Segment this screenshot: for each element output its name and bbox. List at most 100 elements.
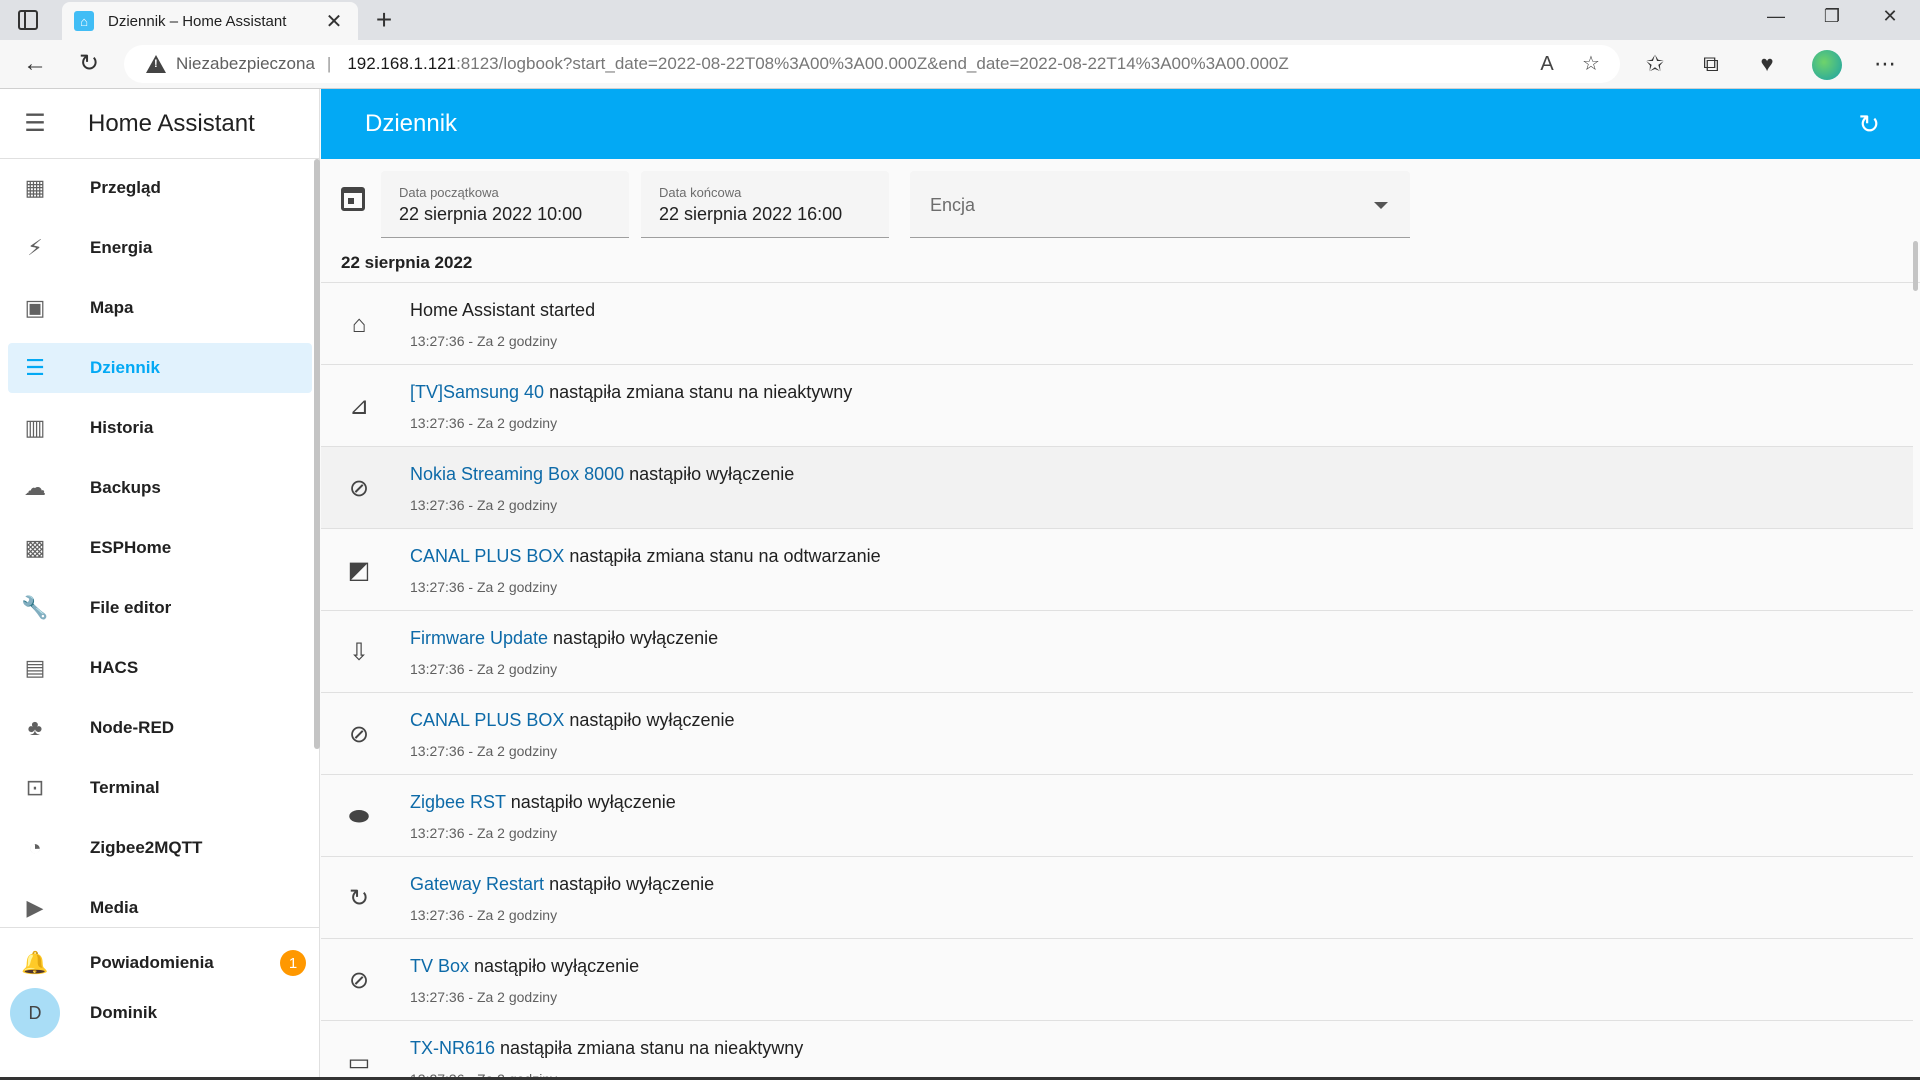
entry-message-line: Nokia Streaming Box 8000 nastąpiło wyłąc… <box>410 464 794 485</box>
receiver-icon: ▭ <box>347 1049 371 1076</box>
logbook-entry: ⊘ TV Box nastąpiło wyłączenie 13:27:36 - Z… <box>321 939 1913 1021</box>
logbook-entry: ⊘ Nokia Streaming Box 8000 nastąpiło wyłą… <box>321 447 1913 529</box>
sidebar-item-esphome[interactable]: ▩ ESPHome <box>8 523 312 573</box>
entry-message: nastąpiła zmiana stanu na odtwarzanie <box>564 546 881 566</box>
sidebar-nav: ▦ Przegląd ⚡ Energia ▣ Mapa ☰ Dziennik ▥ Historia… <box>0 159 320 919</box>
sidebar-item-node-red[interactable]: ♣ Node-RED <box>8 703 312 753</box>
notification-badge: 1 <box>280 950 306 976</box>
entry-message-line: CANAL PLUS BOX nastąpiło wyłączenie <box>410 710 735 731</box>
zigbee-icon: ◔ <box>28 835 42 860</box>
sidebar-item-label: Powiadomienia <box>90 953 214 972</box>
entity-link[interactable]: TX-NR616 <box>410 1038 495 1058</box>
tab-close-icon[interactable]: ✕ <box>322 9 346 34</box>
sidebar-item-hacs[interactable]: ▤ HACS <box>8 643 312 693</box>
tab-actions-icon[interactable] <box>18 10 38 30</box>
sidebar-footer: 🔔 Powiadomienia 1 D Dominik <box>0 927 320 1038</box>
menu-open-icon[interactable]: ☰ <box>0 109 70 138</box>
chevron-down-icon[interactable] <box>1374 202 1388 209</box>
entity-link[interactable]: CANAL PLUS BOX <box>410 710 564 730</box>
tab-title: Dziennik – Home Assistant <box>108 12 287 30</box>
browser-tab[interactable]: ⌂ Dziennik – Home Assistant ✕ <box>62 2 358 40</box>
more-icon[interactable]: ⋯ <box>1870 49 1900 79</box>
url-host: 192.168.1.121 <box>347 54 457 73</box>
logbook-entry: ◩ CANAL PLUS BOX nastąpiła zmiana stanu n… <box>321 529 1913 611</box>
new-tab-icon[interactable]: + <box>370 6 398 34</box>
sidebar-item-terminal[interactable]: ⊡ Terminal <box>8 763 312 813</box>
back-icon[interactable]: ← <box>20 49 50 79</box>
wrench-icon: 🔧 <box>21 595 49 620</box>
entity-link[interactable]: Nokia Streaming Box 8000 <box>410 464 624 484</box>
restore-icon[interactable]: ❐ <box>1818 6 1846 27</box>
close-window-icon[interactable]: ✕ <box>1876 6 1904 27</box>
sidebar-scrollbar[interactable] <box>314 159 320 749</box>
main-scrollbar[interactable] <box>1913 241 1918 291</box>
user-avatar: D <box>10 988 60 1038</box>
sidebar-item-backups[interactable]: ☁ Backups <box>8 463 312 513</box>
collections-icon[interactable]: ⧉ <box>1696 49 1726 79</box>
sidebar-item-media[interactable]: ▶ Media <box>8 883 312 919</box>
sidebar-item-mapa[interactable]: ▣ Mapa <box>8 283 312 333</box>
entity-link[interactable]: Zigbee RST <box>410 792 506 812</box>
minimize-icon[interactable]: — <box>1762 6 1790 27</box>
sidebar-title: Home Assistant <box>88 109 255 137</box>
url-separator: | <box>326 54 332 73</box>
entity-link[interactable]: CANAL PLUS BOX <box>410 546 564 566</box>
cast-off-icon: ⊘ <box>348 721 370 748</box>
app-toolbar: Dziennik ↻ <box>321 89 1920 159</box>
reload-icon[interactable]: ↻ <box>74 49 104 79</box>
profile-avatar[interactable] <box>1812 50 1842 80</box>
warning-icon <box>146 55 166 73</box>
bell-icon: 🔔 <box>21 950 49 975</box>
sidebar-item-energia[interactable]: ⚡ Energia <box>8 223 312 273</box>
cast-off-icon: ⊘ <box>348 475 370 502</box>
sidebar-item-label: ESPHome <box>90 538 172 557</box>
start-date-label: Data początkowa <box>399 185 499 200</box>
entity-link[interactable]: TV Box <box>410 956 469 976</box>
sidebar-item-label: Node-RED <box>90 718 175 737</box>
start-date-field[interactable]: Data początkowa 22 sierpnia 2022 10:00 <box>381 171 629 238</box>
entry-message: nastąpiło wyłączenie <box>564 710 735 730</box>
cast-icon: ⊿ <box>348 393 370 420</box>
entity-picker[interactable]: Encja <box>910 171 1410 238</box>
sidebar-item-przegląd[interactable]: ▦ Przegląd <box>8 163 312 213</box>
entry-message-line: Firmware Update nastąpiło wyłączenie <box>410 628 718 649</box>
entry-message: nastąpiło wyłączenie <box>548 628 719 648</box>
toggle-switch-off-icon: ⬬ <box>348 803 370 830</box>
add-favorite-icon[interactable]: ☆ <box>1576 49 1606 79</box>
address-bar: ← ↻ Niezabezpieczona | 192.168.1.121:812… <box>0 40 1920 89</box>
sidebar-item-zigbee2mqtt[interactable]: ◔ Zigbee2MQTT <box>8 823 312 873</box>
logbook-entry: ⊘ CANAL PLUS BOX nastąpiło wyłączenie 13:2… <box>321 693 1913 775</box>
entry-message-line: Home Assistant started <box>410 300 595 321</box>
health-icon[interactable]: ♥ <box>1752 49 1782 79</box>
media-icon: ▶ <box>26 895 44 919</box>
url-field[interactable]: Niezabezpieczona | 192.168.1.121:8123/lo… <box>124 45 1620 83</box>
entry-message: nastąpiło wyłączenie <box>544 874 715 894</box>
sidebar-item-label: HACS <box>90 658 139 677</box>
favorites-icon[interactable]: ✩ <box>1640 49 1670 79</box>
refresh-icon[interactable]: ↻ <box>1858 109 1880 140</box>
sidebar-item-profile[interactable]: D Dominik <box>8 988 312 1038</box>
sidebar-item-dziennik[interactable]: ☰ Dziennik <box>8 343 312 393</box>
entry-message: nastąpiła zmiana stanu na nieaktywny <box>495 1038 804 1058</box>
sidebar: ☰ Home Assistant ▦ Przegląd ⚡ Energia ▣ Mapa ☰… <box>0 89 320 1080</box>
calendar-icon[interactable] <box>341 187 365 211</box>
entity-link[interactable]: Gateway Restart <box>410 874 544 894</box>
sidebar-item-historia[interactable]: ▥ Historia <box>8 403 312 453</box>
restart-icon: ↻ <box>348 885 370 912</box>
home-assistant-favicon-icon: ⌂ <box>74 11 94 31</box>
entry-timestamp: 13:27:36 - Za 2 godziny <box>410 497 558 513</box>
entity-link[interactable]: Firmware Update <box>410 628 548 648</box>
end-date-field[interactable]: Data końcowa 22 sierpnia 2022 16:00 <box>641 171 889 238</box>
entry-timestamp: 13:27:36 - Za 2 godziny <box>410 333 558 349</box>
sidebar-item-notifications[interactable]: 🔔 Powiadomienia 1 <box>8 938 312 988</box>
entity-link[interactable]: [TV]Samsung 40 <box>410 382 544 402</box>
logbook-entry: ⇩ Firmware Update nastąpiło wyłączenie 13:… <box>321 611 1913 693</box>
entry-timestamp: 13:27:36 - Za 2 godziny <box>410 825 558 841</box>
entry-message: nastąpiła zmiana stanu na nieaktywny <box>544 382 853 402</box>
entry-timestamp: 13:27:36 - Za 2 godziny <box>410 989 558 1005</box>
logbook-entry: ↻ Gateway Restart nastąpiło wyłączenie 13:… <box>321 857 1913 939</box>
sidebar-header: ☰ Home Assistant <box>0 89 319 159</box>
read-aloud-icon[interactable]: A <box>1532 49 1562 79</box>
sidebar-item-file-editor[interactable]: 🔧 File editor <box>8 583 312 633</box>
browser-tab-bar: ⌂ Dziennik – Home Assistant ✕ + — ❐ ✕ <box>0 0 1920 40</box>
